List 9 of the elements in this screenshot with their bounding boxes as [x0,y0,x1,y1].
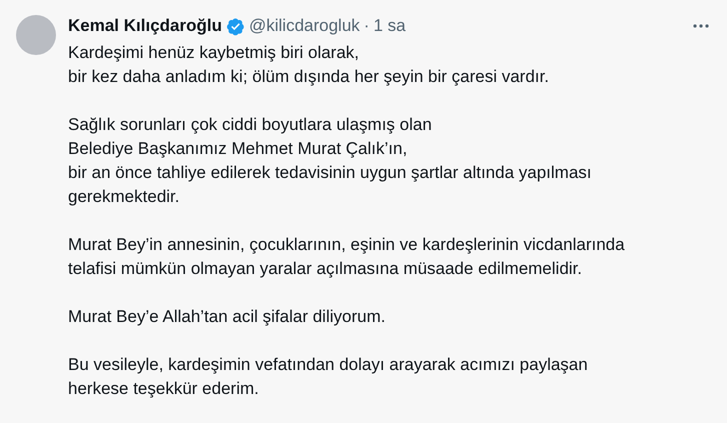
author-name[interactable]: Kemal Kılıçdaroğlu [68,16,222,36]
post-paragraph: Murat Bey’in annesinin, çocuklarının, eşinin ve kardeşlerinin vicdanlarında telafisi mümkün olmayan yaralar açılmasına müsaade edilmemelidir. [68,234,626,280]
author-handle[interactable]: @kilicdarogluk [248,16,360,36]
separator: · [364,16,370,36]
post-paragraph: Kardeşimi henüz kaybetmiş biri olarak, bir kez daha anladım ki; ölüm dışında her şeyin bir çaresi vardır. [68,42,550,88]
post-paragraph: Bu vesileyle, kardeşimin vefatından dolayı arayarak acımızı paylaşan herkese teşekkür ederim. [68,354,589,400]
post-paragraph: Murat Bey’e Allah’tan acil şifalar diliyorum. [68,306,386,328]
post-paragraph: Sağlık sorunları çok ciddi boyutlara ulaşmış olan Belediye Başkanımız Mehmet Murat Çalık’ın, bir an önce tahliye edilerek tedavisinin uygun şartlar altında yapılması gerekmektedir. [68,114,593,208]
post-time[interactable]: 1 sa [373,16,406,36]
